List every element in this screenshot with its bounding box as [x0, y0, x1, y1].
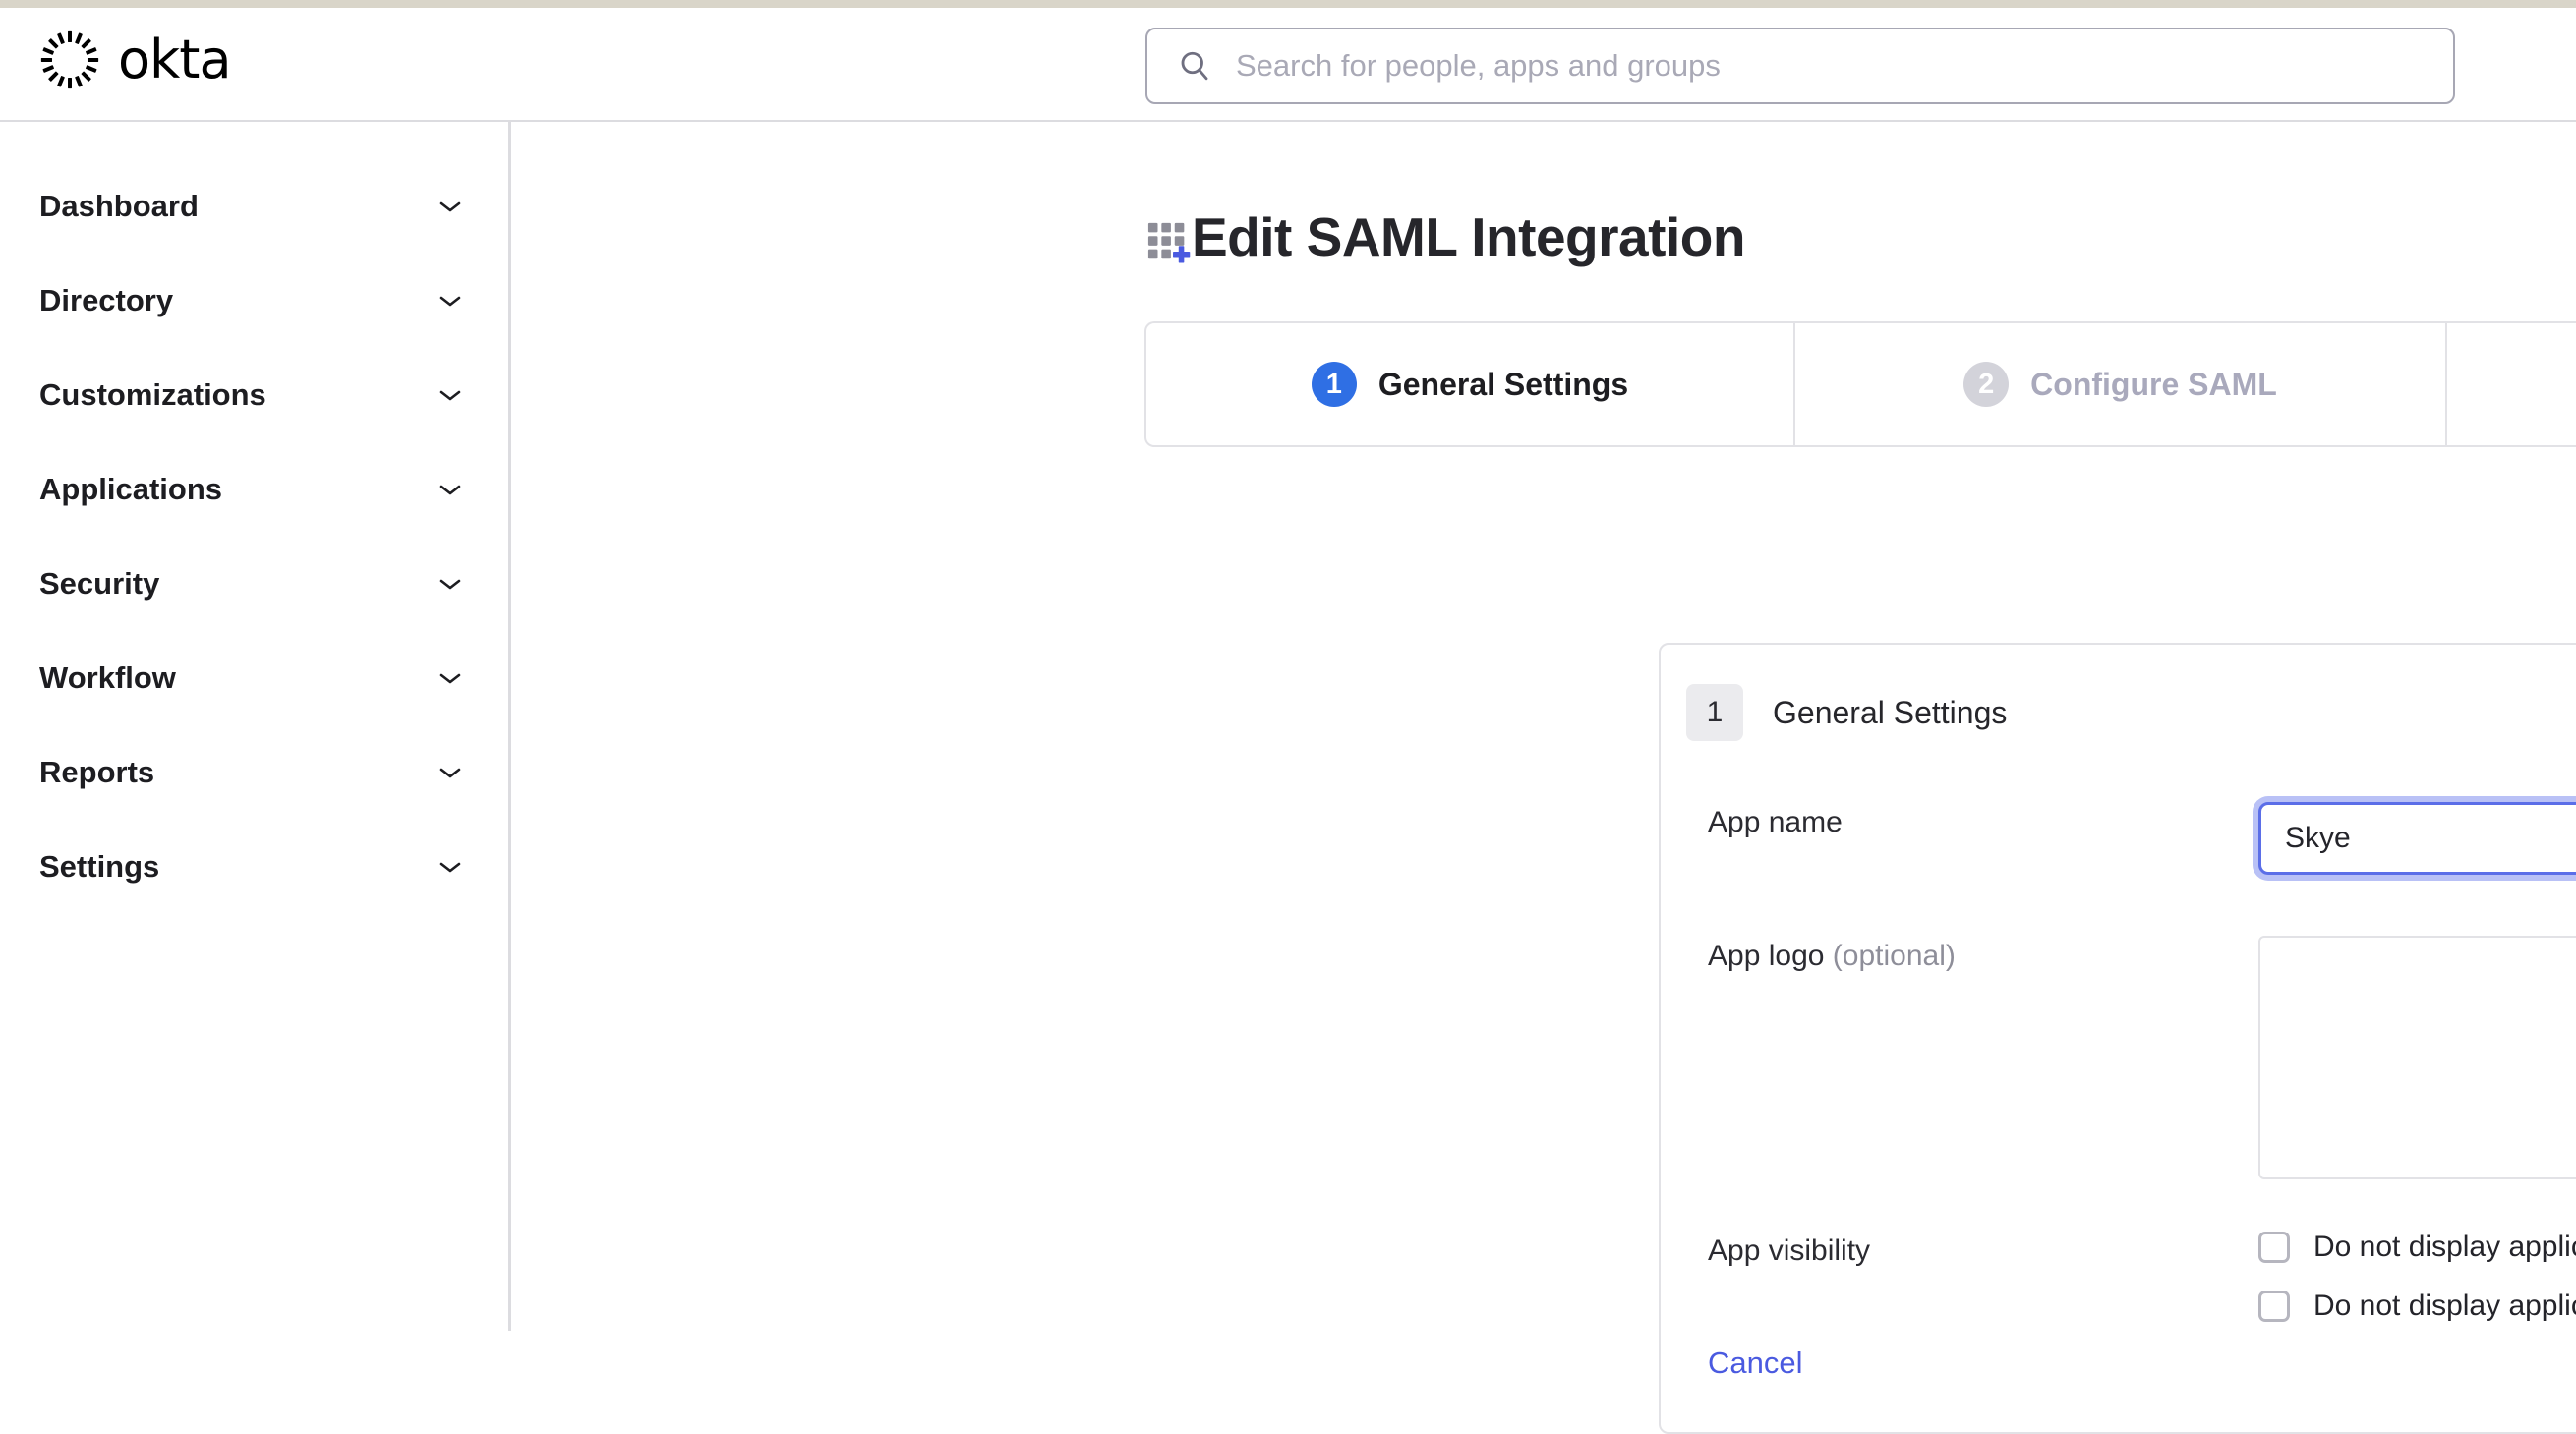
search-input[interactable] [1236, 48, 2424, 84]
chevron-down-icon [439, 768, 461, 778]
sidebar-item-applications[interactable]: Applications [0, 442, 508, 537]
sidebar-item-label: Dashboard [39, 189, 199, 223]
field-app-logo: App logo (optional) [1661, 936, 2576, 1179]
card-title: General Settings [1773, 694, 2008, 730]
page-title: Edit SAML Integration [1192, 206, 1745, 267]
sidebar-item-label: Customizations [39, 377, 266, 412]
app-name-input[interactable] [2285, 822, 2576, 855]
chevron-down-icon [439, 485, 461, 495]
sidebar-item-label: Workflow [39, 660, 176, 695]
visibility-option-users[interactable]: Do not display application icon to users [2258, 1231, 2576, 1264]
app-header: okta [0, 8, 2576, 122]
search-icon [1181, 51, 1208, 81]
card-header: 1 General Settings [1661, 645, 2576, 741]
card-footer: Cancel Next [1661, 1294, 2576, 1432]
sidebar-item-customizations[interactable]: Customizations [0, 348, 508, 442]
sidebar-item-label: Directory [39, 283, 174, 317]
sidebar-item-security[interactable]: Security [0, 537, 508, 631]
chevron-down-icon [439, 390, 461, 401]
main-content: Edit SAML Integration 1 General Settings… [514, 122, 2576, 1434]
app-name-label: App name [1708, 806, 1843, 838]
chevron-down-icon [439, 201, 461, 212]
step-badge: 1 [1311, 362, 1357, 407]
app-logo-dropzone[interactable] [2258, 936, 2576, 1179]
app-logo-label-text: App logo [1708, 940, 1825, 972]
sidebar-item-label: Reports [39, 755, 155, 789]
sidebar-item-label: Settings [39, 849, 160, 884]
sidebar-item-workflow[interactable]: Workflow [0, 631, 508, 725]
tab-label: Configure SAML [2030, 366, 2277, 402]
sidebar-item-settings[interactable]: Settings [0, 820, 508, 914]
tab-general-settings[interactable]: 1 General Settings [1144, 321, 1793, 447]
checkbox-label: Do not display application icon to users [2313, 1231, 2576, 1263]
step-number-badge: 1 [1686, 684, 1743, 741]
sidebar-item-label: Applications [39, 472, 223, 506]
tab-overflow[interactable] [2445, 321, 2576, 447]
step-badge: 2 [1963, 362, 2010, 407]
general-settings-card: 1 General Settings App name App logo (op… [1659, 643, 2576, 1434]
sidebar-item-dashboard[interactable]: Dashboard [0, 159, 508, 254]
checkbox-hide-icon-users[interactable] [2258, 1232, 2290, 1263]
step-tabs: 1 General Settings 2 Configure SAML [1144, 321, 2576, 447]
sidebar-item-directory[interactable]: Directory [0, 254, 508, 348]
chevron-down-icon [439, 579, 461, 590]
app-name-input-wrapper[interactable] [2258, 802, 2576, 875]
chevron-down-icon [439, 673, 461, 684]
field-app-name: App name [1661, 802, 2576, 875]
sidebar-item-reports[interactable]: Reports [0, 725, 508, 820]
brand-logo[interactable]: okta [39, 29, 232, 90]
page-title-row: Edit SAML Integration [1146, 210, 1745, 264]
app-logo-label: App logo (optional) [1708, 936, 2258, 1179]
okta-burst-logo-icon [40, 30, 99, 89]
tab-configure-saml[interactable]: 2 Configure SAML [1793, 321, 2445, 447]
chevron-down-icon [439, 862, 461, 873]
sidebar-item-label: Security [39, 566, 160, 601]
global-search[interactable] [1145, 28, 2455, 104]
tab-label: General Settings [1377, 366, 1629, 402]
cancel-button[interactable]: Cancel [1708, 1346, 1803, 1381]
chevron-down-icon [439, 296, 461, 307]
add-app-grid-icon [1147, 222, 1191, 262]
top-accent-strip [0, 0, 2576, 8]
sidebar-nav: Dashboard Directory Customizations Appli… [0, 122, 511, 1331]
app-logo-optional-text: (optional) [1832, 940, 1956, 972]
brand-name: okta [118, 29, 232, 90]
